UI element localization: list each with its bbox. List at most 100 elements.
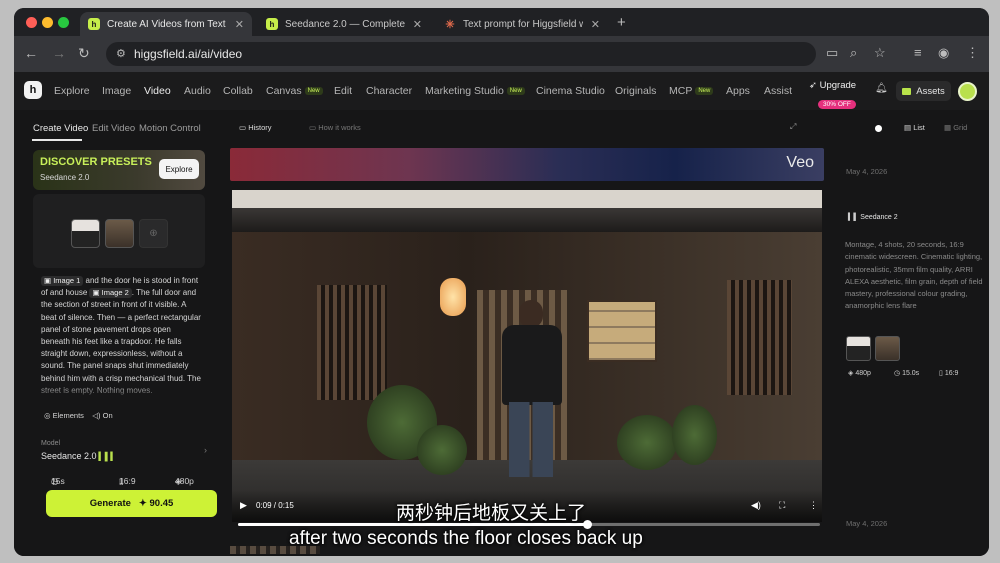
zoom-icon[interactable]: ⌕ — [850, 45, 857, 61]
close-tab-icon[interactable]: ✕ — [413, 18, 422, 31]
nav-originals[interactable]: Originals — [615, 85, 656, 97]
cast-icon[interactable]: ▭ — [826, 45, 838, 61]
lantern — [440, 278, 466, 316]
reload-icon[interactable]: ↻ — [78, 45, 90, 62]
nav-explore[interactable]: Explore — [54, 85, 90, 97]
presets-title: DISCOVER PRESETS — [40, 156, 152, 168]
elements-toggle[interactable]: ◎ Elements — [44, 411, 84, 420]
person — [509, 402, 553, 477]
back-arrow-icon[interactable]: ← — [24, 45, 38, 61]
discount-badge: 30% OFF — [818, 100, 856, 109]
new-badge: New — [695, 87, 714, 95]
media-controls-icon[interactable]: ≡ — [914, 45, 922, 60]
image-2-thumbnail[interactable] — [105, 219, 134, 248]
how-it-works-tab[interactable]: ▭ How it works — [309, 123, 361, 132]
discover-presets-card[interactable]: DISCOVER PRESETS Seedance 2.0 Explore — [33, 150, 205, 190]
close-tab-icon[interactable]: ✕ — [591, 18, 600, 31]
maximize-window-button[interactable] — [58, 17, 69, 28]
close-tab-icon[interactable]: ✕ — [235, 18, 244, 31]
history-label: History — [248, 123, 272, 132]
history-tab[interactable]: ▭ History — [239, 123, 272, 132]
nav-mcp[interactable]: MCP New — [669, 85, 714, 97]
nav-collab[interactable]: Collab — [223, 85, 253, 97]
list-icon: ▤ — [904, 123, 912, 132]
bookmark-star-icon[interactable]: ☆ — [874, 45, 886, 61]
nav-character[interactable]: Character — [366, 85, 412, 97]
grid-view-button[interactable]: ▦ Grid — [944, 123, 967, 132]
list-view-button[interactable]: ▤ List — [904, 123, 925, 132]
nav-audio[interactable]: Audio — [184, 85, 211, 97]
audio-label: On — [102, 411, 113, 420]
add-image-icon[interactable]: ⊕ — [139, 219, 168, 248]
reference-images: ⊕ — [33, 194, 205, 268]
forward-arrow-icon[interactable]: → — [52, 45, 66, 61]
nav-mcp-label: MCP — [669, 85, 693, 97]
close-window-button[interactable] — [26, 17, 37, 28]
nav-cinema-studio[interactable]: Cinema Studio — [536, 85, 605, 97]
video-scene — [232, 208, 822, 232]
generate-button[interactable]: Generate ✦ 90.45 — [46, 490, 217, 517]
bars-icon: ▍▌▍ — [98, 452, 117, 461]
generation-aspect: ▯ 16:9 — [939, 369, 958, 377]
generation-image-1[interactable] — [846, 336, 871, 361]
generate-label: Generate — [89, 498, 131, 509]
play-icon[interactable]: ▶ — [240, 500, 247, 511]
nav-marketing-studio[interactable]: Marketing Studio New — [425, 85, 525, 97]
resolution-value: 480p — [175, 476, 194, 486]
grid-icon: ▦ — [944, 123, 952, 132]
tab-create-video[interactable]: Create Video — [33, 123, 88, 134]
image-1-chip: ▣ Image 1 — [41, 276, 84, 286]
generation-date: May 4, 2026 — [846, 167, 888, 176]
assets-button[interactable]: Assets — [896, 81, 951, 101]
nav-edit[interactable]: Edit — [334, 85, 352, 97]
upgrade-button[interactable]: ➶ Upgrade — [809, 80, 856, 91]
tab-motion-control[interactable]: Motion Control — [139, 123, 201, 134]
minimize-window-button[interactable] — [42, 17, 53, 28]
new-tab-icon[interactable]: + — [617, 14, 626, 31]
browser-window: h Create AI Videos from Text & ✕ h Seeda… — [14, 8, 989, 556]
image-1-thumbnail[interactable] — [71, 219, 100, 248]
credit-cost-value: 90.45 — [149, 498, 174, 509]
audio-toggle[interactable]: ◁) On — [92, 411, 112, 420]
browser-tab-1[interactable]: h Create AI Videos from Text & ✕ — [80, 12, 252, 36]
higgsfield-logo-icon[interactable]: h — [24, 81, 42, 99]
model-selector[interactable]: Seedance 2.0 ▍▌▍ — [41, 451, 117, 461]
previous-generation-thumbnail[interactable]: Veo — [230, 148, 824, 181]
video-player[interactable]: ▶ 0:09 / 0:15 ◀) ⛶ ⋮ — [232, 190, 822, 522]
plant — [672, 405, 717, 465]
volume-icon[interactable]: ◀) — [751, 500, 761, 511]
fullscreen-icon[interactable]: ⛶ — [779, 500, 785, 511]
expand-icon[interactable]: ⤢ — [790, 122, 796, 132]
nav-canvas[interactable]: Canvas New — [266, 85, 323, 97]
chevron-right-icon[interactable]: › — [204, 445, 207, 455]
chip-label: Image 2 — [101, 288, 129, 298]
nav-image[interactable]: Image — [102, 85, 131, 97]
more-options-icon[interactable]: ⋮ — [809, 500, 818, 511]
user-avatar[interactable] — [958, 82, 977, 101]
nav-assist[interactable]: Assist — [764, 85, 792, 97]
address-bar[interactable]: ⚙ higgsfield.ai/ai/video — [106, 42, 816, 66]
bell-icon[interactable]: 🔔︎ — [875, 83, 888, 94]
browser-tab-3[interactable]: ✳ Text prompt for Higgsfield w ✕ — [436, 12, 608, 36]
video-scene — [727, 280, 792, 395]
plant — [617, 415, 677, 470]
nav-video[interactable]: Video — [144, 85, 171, 97]
tab-edit-video[interactable]: Edit Video — [92, 123, 135, 134]
explore-button[interactable]: Explore — [159, 159, 199, 179]
profile-icon[interactable]: ◉ — [938, 45, 949, 61]
nav-apps[interactable]: Apps — [726, 85, 750, 97]
image-chip-icon: ▣ — [44, 276, 52, 285]
rocket-icon: ➶ — [809, 80, 817, 91]
generation-resolution-value: 480p — [855, 370, 871, 377]
clock-icon: ◷ — [894, 370, 901, 377]
image-chip-icon: ▣ — [92, 288, 100, 298]
image-2-chip: ▣ Image 2 — [89, 288, 132, 299]
site-settings-icon[interactable]: ⚙ — [116, 47, 126, 60]
menu-dots-icon[interactable]: ⋮ — [966, 45, 979, 61]
next-generation-thumbnail[interactable] — [230, 546, 320, 554]
toggle-dot[interactable] — [875, 125, 882, 132]
current-time: 0:09 — [256, 501, 272, 510]
eye-icon: ◈ — [848, 370, 854, 377]
browser-tab-2[interactable]: h Seedance 2.0 — Complete Pl ✕ — [258, 12, 430, 36]
generation-image-2[interactable] — [875, 336, 900, 361]
